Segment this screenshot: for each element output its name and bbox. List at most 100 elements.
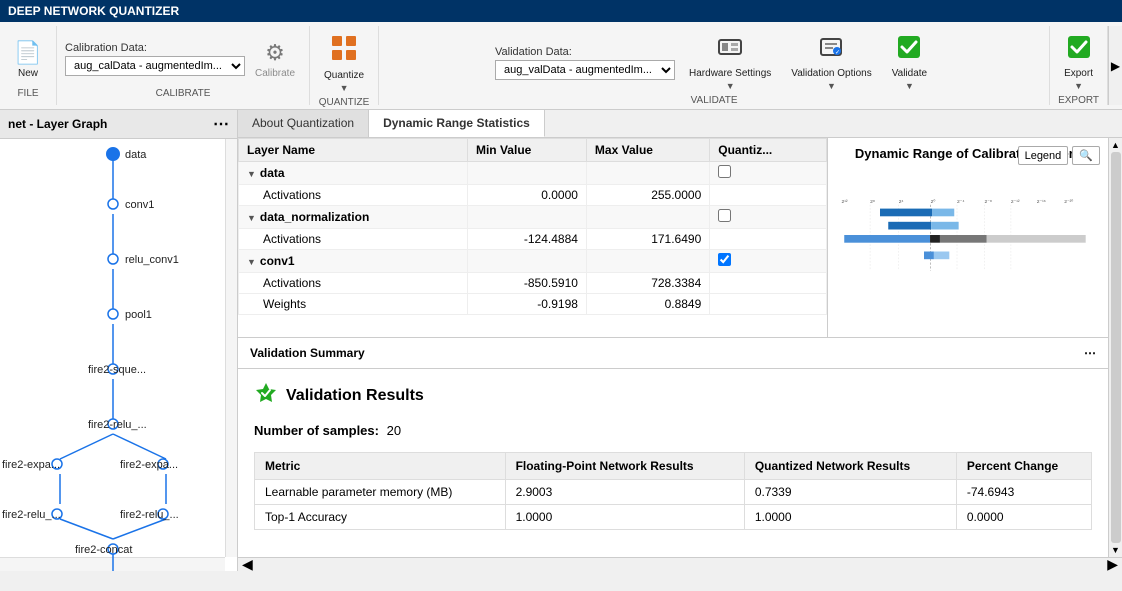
svg-text:fire2-sque...: fire2-sque... [88, 364, 146, 376]
new-label: New [18, 68, 38, 79]
scroll-up-arrow[interactable]: ▲ [1111, 140, 1120, 150]
svg-text:fire2-expa...: fire2-expa... [120, 459, 178, 471]
main-area: net - Layer Graph ⋯ [0, 110, 1122, 571]
data-checkbox[interactable] [718, 165, 731, 178]
left-panel-header: net - Layer Graph ⋯ [0, 110, 237, 139]
conv1-checkbox[interactable] [718, 253, 731, 266]
app-title: DEEP NETWORK QUANTIZER [8, 4, 179, 18]
validation-options-arrow: ▼ [827, 81, 836, 91]
file-label: FILE [17, 88, 38, 101]
svg-text:fire2-relu_...: fire2-relu_... [120, 509, 179, 521]
export-button[interactable]: Export ▼ [1058, 30, 1099, 95]
quantize-section: Quantize ▼ QUANTIZE [310, 26, 379, 105]
export-label: Export [1064, 68, 1093, 79]
svg-text:2⁻⁴: 2⁻⁴ [957, 199, 964, 205]
chart-svg-container: 2¹² 2⁸ 2⁴ 2⁰ 2⁻⁴ 2⁻⁸ 2⁻¹² 2⁻¹⁶ 2⁻²⁰ [836, 165, 1100, 305]
calibration-data-select[interactable]: aug_calData - augmentedIm... [65, 56, 245, 76]
toolbar-scroll-right[interactable]: ▶ [1108, 26, 1122, 105]
layer-graph-title: net - Layer Graph [8, 117, 107, 131]
left-panel: net - Layer Graph ⋯ [0, 110, 238, 571]
quantize-label: Quantize [324, 70, 364, 81]
svg-text:2⁰: 2⁰ [931, 199, 936, 205]
bottom-left-btn[interactable]: ◀ [242, 556, 253, 571]
quantize-label-bottom: QUANTIZE [319, 97, 370, 110]
svg-text:relu_conv1: relu_conv1 [125, 254, 179, 266]
table-row: Weights -0.9198 0.8849 [239, 294, 827, 315]
file-section: 📄 New FILE [0, 26, 57, 105]
toolbar: 📄 New FILE Calibration Data: aug_calData… [0, 22, 1122, 110]
svg-text:2⁸: 2⁸ [870, 199, 875, 205]
tab-about[interactable]: About Quantization [238, 110, 369, 137]
layer-graph-menu[interactable]: ⋯ [213, 114, 229, 134]
chart-zoom-button[interactable]: 🔍 [1072, 146, 1100, 165]
svg-text:2⁻¹²: 2⁻¹² [1011, 199, 1020, 205]
validate-label-bottom: VALIDATE [691, 95, 738, 108]
svg-text:fire2-concat: fire2-concat [75, 544, 132, 556]
svg-text:2¹²: 2¹² [842, 199, 848, 205]
col-header-min: Min Value [467, 139, 586, 162]
scroll-down-arrow[interactable]: ▼ [1111, 545, 1120, 555]
title-bar: DEEP NETWORK QUANTIZER [0, 0, 1122, 22]
dr-table: Layer Name Min Value Max Value Quantiz..… [238, 138, 828, 337]
chart-svg: 2¹² 2⁸ 2⁴ 2⁰ 2⁻⁴ 2⁻⁸ 2⁻¹² 2⁻¹⁶ 2⁻²⁰ [836, 165, 1100, 305]
hardware-settings-label: Hardware Settings [689, 68, 771, 79]
validate-icon [896, 34, 922, 66]
calibrate-label-bottom: CALIBRATE [156, 88, 211, 101]
num-samples: Number of samples: 20 [254, 423, 1092, 438]
validate-button[interactable]: Validate ▼ [886, 30, 933, 95]
validation-summary-menu[interactable]: ⋯ [1084, 346, 1096, 360]
export-section: Export ▼ EXPORT [1050, 26, 1108, 105]
new-button[interactable]: 📄 New [8, 36, 48, 83]
calibrate-section: Calibration Data: aug_calData - augmente… [57, 26, 310, 105]
layer-graph-canvas: data conv1 relu_conv1 pool1 fire2-sque..… [0, 139, 237, 571]
results-table: Metric Floating-Point Network Results Qu… [254, 452, 1092, 530]
data-norm-checkbox[interactable] [718, 209, 731, 222]
svg-text:2⁴: 2⁴ [899, 199, 904, 205]
col-header-max: Max Value [586, 139, 709, 162]
svg-text:data: data [125, 149, 147, 161]
hardware-settings-icon [717, 34, 743, 66]
svg-text:fire2-relu_...: fire2-relu_... [2, 509, 61, 521]
col-header-quantize: Quantiz... [710, 139, 827, 162]
table-row: ▼data_normalization [239, 206, 827, 229]
tab-dynamic-range[interactable]: Dynamic Range Statistics [369, 110, 545, 137]
svg-text:2⁻⁸: 2⁻⁸ [985, 199, 992, 205]
quantize-button[interactable]: Quantize ▼ [318, 30, 370, 97]
col-header-layer: Layer Name [239, 139, 468, 162]
table-row: ▼conv1 [239, 250, 827, 273]
calibrate-button[interactable]: ⚙ Calibrate [249, 36, 301, 83]
validation-options-icon: ✓ [818, 34, 844, 66]
svg-text:2⁻¹⁶: 2⁻¹⁶ [1037, 199, 1046, 205]
table-row: ▼data [239, 162, 827, 185]
quantize-icon [330, 34, 358, 68]
validation-options-label: Validation Options [791, 68, 871, 79]
validation-data-label: Validation Data: [495, 46, 675, 58]
validate-label: Validate [892, 68, 927, 79]
svg-text:2⁻²⁰: 2⁻²⁰ [1064, 199, 1073, 205]
hardware-settings-button[interactable]: Hardware Settings ▼ [683, 30, 777, 95]
dynamic-range-table: Layer Name Min Value Max Value Quantiz..… [238, 138, 827, 315]
graph-scrollbar[interactable] [225, 139, 237, 557]
export-icon [1066, 34, 1092, 66]
dynamic-range-section: Layer Name Min Value Max Value Quantiz..… [238, 138, 1108, 338]
check-icon [254, 381, 278, 411]
results-col-qn: Quantized Network Results [744, 453, 956, 480]
results-col-fp: Floating-Point Network Results [505, 453, 744, 480]
bottom-right-btn[interactable]: ▶ [1107, 556, 1118, 571]
right-scrollbar[interactable]: ▲ ▼ [1108, 138, 1122, 557]
legend-button[interactable]: Legend [1018, 146, 1069, 165]
quantize-dropdown-arrow: ▼ [340, 83, 349, 93]
table-row: Learnable parameter memory (MB) 2.9003 0… [255, 480, 1092, 505]
chart-controls: Legend 🔍 [1018, 146, 1100, 165]
validation-options-button[interactable]: ✓ Validation Options ▼ [785, 30, 877, 95]
validation-data-select[interactable]: aug_valData - augmentedIm... [495, 60, 675, 80]
table-row: Activations -124.4884 171.6490 [239, 229, 827, 250]
svg-text:✓: ✓ [835, 50, 840, 56]
scroll-thumb[interactable] [1111, 152, 1121, 543]
new-icon: 📄 [14, 40, 41, 66]
dr-chart: Dynamic Range of Calibrated Layers Legen… [828, 138, 1108, 337]
validate-arrow: ▼ [905, 81, 914, 91]
calibrate-icon: ⚙ [265, 40, 285, 66]
table-row: Activations -850.5910 728.3384 [239, 273, 827, 294]
validation-results: Validation Results Number of samples: 20… [238, 369, 1108, 542]
